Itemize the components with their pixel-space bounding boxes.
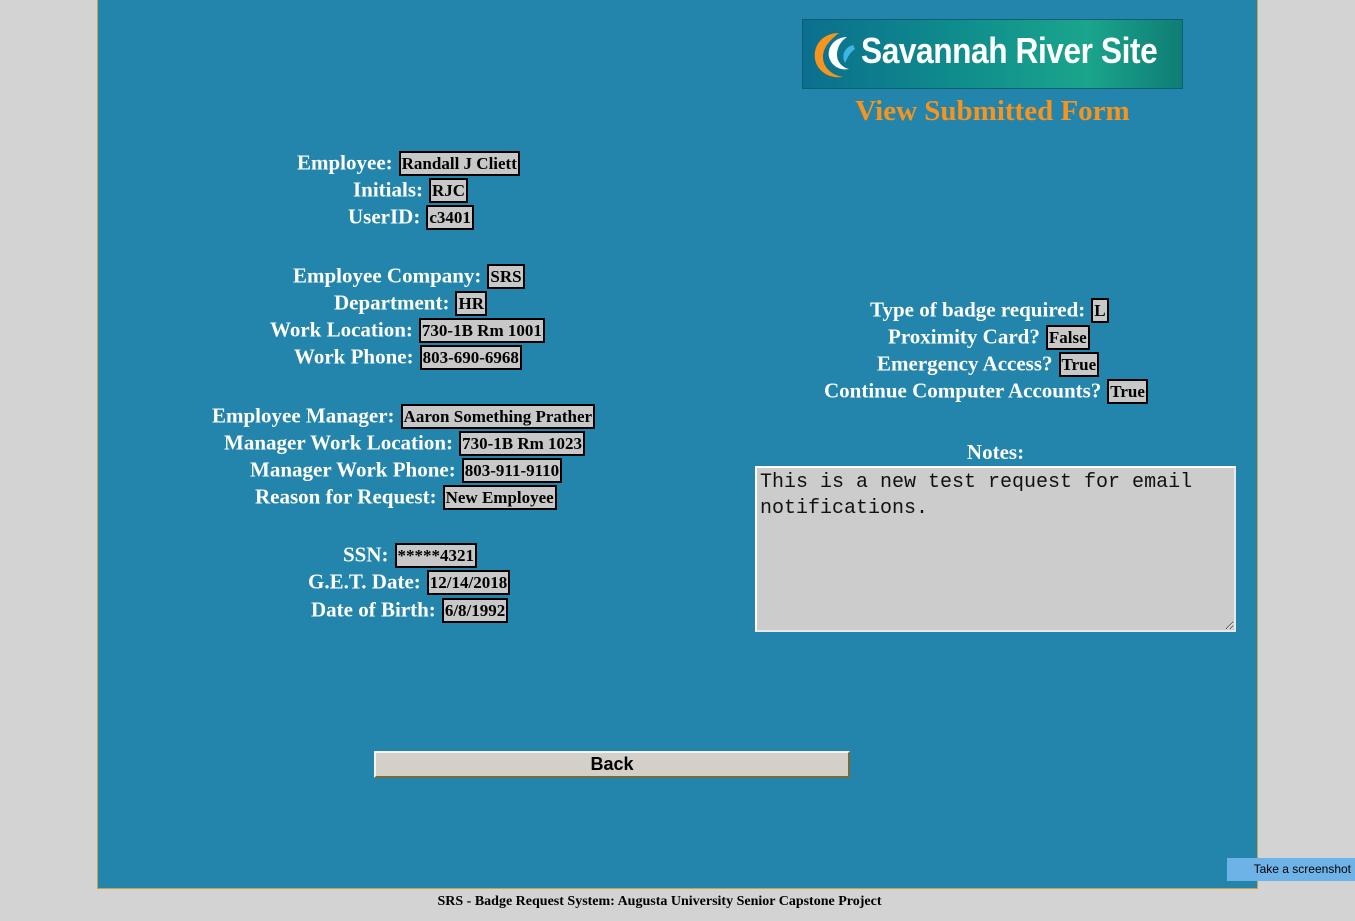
notes-textarea[interactable]: This is a new test request for email not… [755, 466, 1236, 632]
emergency-row: Emergency Access? True [877, 350, 1100, 377]
badge-type-value: L [1091, 297, 1109, 323]
work-location-label: Work Location: [270, 317, 413, 342]
reason-row: Reason for Request: New Employee [255, 483, 557, 510]
initials-row: Initials: RJC [353, 176, 469, 203]
srs-swirl-icon [814, 33, 855, 78]
reason-label: Reason for Request: [255, 484, 437, 509]
accounts-row: Continue Computer Accounts? True [824, 377, 1148, 404]
ssn-value: *****4321 [394, 542, 478, 568]
manager-phone-value: 803-911-9110 [461, 457, 563, 483]
manager-label: Employee Manager: [212, 403, 395, 428]
accounts-value: True [1107, 378, 1148, 404]
proximity-value: False [1045, 324, 1090, 350]
badge-type-row: Type of badge required: L [870, 296, 1109, 323]
manager-value: Aaron Something Prather [400, 403, 596, 429]
userid-row: UserID: c3401 [348, 203, 474, 230]
footer-text: SRS - Badge Request System: Augusta Univ… [437, 894, 882, 909]
get-date-value: 12/14/2018 [426, 569, 511, 595]
work-phone-row: Work Phone: 803-690-6968 [294, 343, 522, 370]
ssn-row: SSN: *****4321 [343, 541, 478, 568]
notes-label: Notes: [966, 440, 1025, 464]
dob-value: 6/8/1992 [441, 597, 509, 623]
emergency-label: Emergency Access? [877, 351, 1053, 376]
logo-text: Savannah River Site [861, 30, 1158, 71]
srs-logo: Savannah River Site [802, 19, 1183, 89]
work-phone-label: Work Phone: [294, 344, 414, 369]
initials-value: RJC [429, 177, 469, 203]
company-label: Employee Company: [293, 263, 482, 288]
department-value: HR [455, 290, 487, 316]
dob-row: Date of Birth: 6/8/1992 [311, 596, 509, 623]
page-title: View Submitted Form [855, 95, 1130, 127]
get-date-label: G.E.T. Date: [308, 569, 421, 594]
work-location-row: Work Location: 730-1B Rm 1001 [270, 316, 545, 343]
get-date-row: G.E.T. Date: 12/14/2018 [308, 568, 511, 595]
proximity-row: Proximity Card? False [888, 323, 1090, 350]
ssn-label: SSN: [343, 542, 389, 567]
accounts-label: Continue Computer Accounts? [824, 378, 1102, 403]
employee-label: Employee: [297, 150, 393, 175]
employee-value: Randall J Cliett [398, 150, 520, 176]
badge-type-label: Type of badge required: [870, 297, 1086, 322]
company-row: Employee Company: SRS [293, 262, 525, 289]
userid-value: c3401 [426, 204, 474, 230]
department-row: Department: HR [334, 289, 487, 316]
work-phone-value: 803-690-6968 [419, 344, 522, 370]
manager-phone-label: Manager Work Phone: [250, 457, 456, 482]
manager-phone-row: Manager Work Phone: 803-911-9110 [250, 456, 563, 483]
proximity-label: Proximity Card? [888, 324, 1040, 349]
userid-label: UserID: [348, 204, 421, 229]
reason-value: New Employee [442, 484, 557, 510]
manager-row: Employee Manager: Aaron Something Prather [212, 402, 596, 429]
dob-label: Date of Birth: [311, 597, 436, 622]
take-screenshot-button[interactable]: Take a screenshot [1227, 858, 1355, 881]
department-label: Department: [334, 290, 450, 315]
work-location-value: 730-1B Rm 1001 [418, 317, 545, 343]
emergency-value: True [1058, 351, 1100, 377]
manager-location-row: Manager Work Location: 730-1B Rm 1023 [224, 429, 586, 456]
back-button[interactable]: Back [374, 751, 850, 778]
manager-location-value: 730-1B Rm 1023 [459, 430, 586, 456]
company-value: SRS [487, 263, 525, 289]
employee-row: Employee: Randall J Cliett [297, 149, 520, 176]
manager-location-label: Manager Work Location: [224, 430, 454, 455]
initials-label: Initials: [353, 177, 424, 202]
